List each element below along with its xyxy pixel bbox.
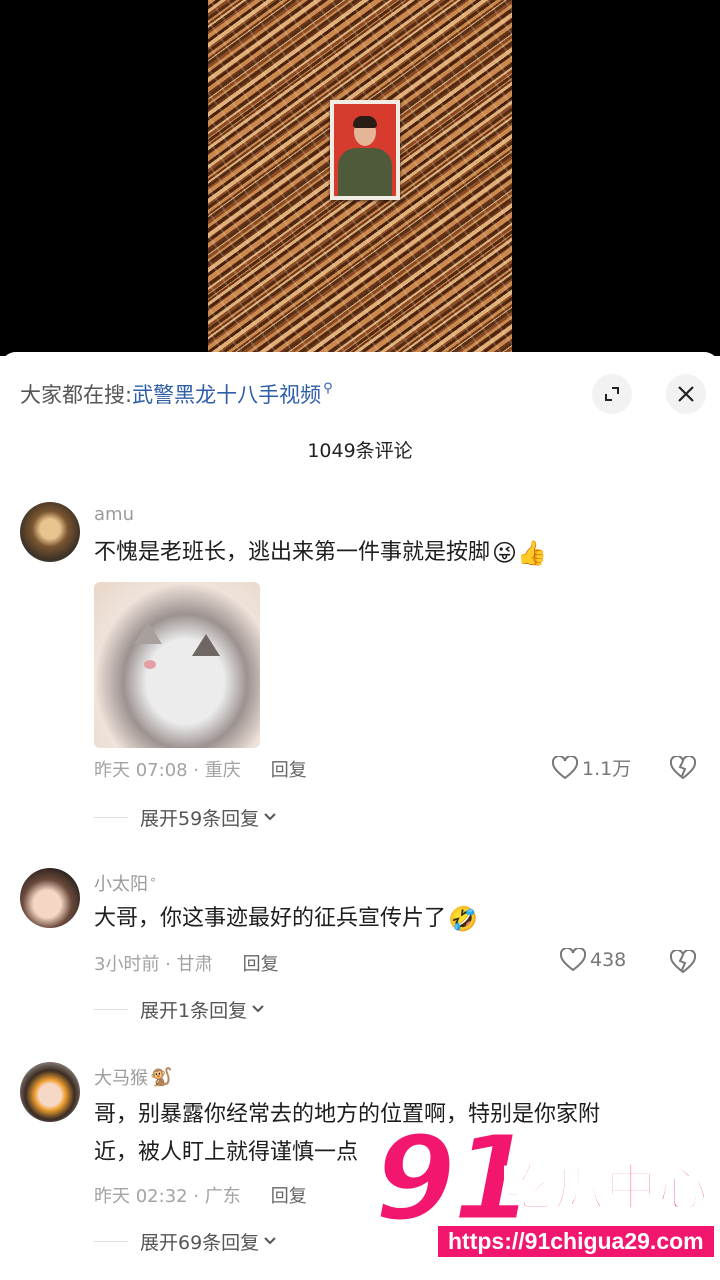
- expand-replies-button[interactable]: 展开59条回复: [94, 802, 277, 832]
- comment-username[interactable]: amu: [94, 504, 134, 525]
- chevron-down-icon: [264, 1237, 276, 1245]
- comment-time-location: 昨天 07:08 · 重庆: [94, 760, 241, 781]
- comment-emoji: 🤣: [448, 905, 478, 933]
- avatar[interactable]: [20, 502, 80, 562]
- dislike-button[interactable]: [669, 948, 697, 978]
- expand-replies-button[interactable]: 展开1条回复: [94, 994, 265, 1024]
- close-icon: [678, 386, 694, 402]
- comment-text: 大哥，你这事迹最好的征兵宣传片了🤣: [94, 900, 674, 938]
- avatar[interactable]: [20, 868, 80, 928]
- like-count: 438: [590, 949, 627, 971]
- comment-emoji: 😜👍: [492, 539, 547, 567]
- expand-replies-label: 展开1条回复: [140, 999, 248, 1022]
- expand-button[interactable]: [592, 374, 632, 414]
- expand-replies-button[interactable]: 展开69条回复: [94, 1226, 277, 1256]
- expand-icon: [605, 387, 619, 401]
- comment-username[interactable]: 小太阳 °: [94, 870, 156, 896]
- watermark-url: https://91chigua29.com: [436, 1224, 716, 1259]
- broken-heart-icon: [669, 754, 697, 780]
- search-prefix: 大家都在搜:: [20, 383, 133, 407]
- comment-image-cat[interactable]: [94, 582, 260, 748]
- search-term-text: 武警黑龙十八手视频: [132, 383, 322, 407]
- comment-time-location: 昨天 02:32 · 广东: [94, 1186, 241, 1207]
- video-player[interactable]: [0, 0, 720, 356]
- comment-text: 不愧是老班长，逃出来第一件事就是按脚😜👍: [94, 534, 674, 572]
- comment-count: 1049条评论: [307, 440, 413, 462]
- monkey-badge-icon: 🐒: [150, 1066, 173, 1088]
- heart-icon: [560, 948, 586, 972]
- broken-heart-icon: [669, 948, 697, 974]
- comment-text-body: 不愧是老班长，逃出来第一件事就是按脚: [94, 540, 491, 565]
- comment-username[interactable]: 大马猴 🐒: [94, 1064, 172, 1090]
- dislike-button[interactable]: [669, 754, 697, 784]
- badge-icon: °: [150, 876, 156, 890]
- close-button[interactable]: [666, 374, 706, 414]
- heart-icon: [552, 755, 578, 779]
- expand-replies-label: 展开69条回复: [140, 1231, 260, 1254]
- avatar[interactable]: [20, 1062, 80, 1122]
- comment-text-body: 大哥，你这事迹最好的征兵宣传片了: [94, 906, 447, 931]
- search-suggestion[interactable]: 大家都在搜: 武警黑龙十八手视频 ⚲: [20, 378, 333, 410]
- chevron-down-icon: [252, 1005, 264, 1013]
- portrait-photo: [330, 100, 400, 200]
- expand-replies-label: 展开59条回复: [140, 807, 260, 830]
- watermark-name: 吃瓜中心: [501, 1158, 710, 1218]
- watermark: 91 吃瓜中心 https://91chigua29.com: [368, 1117, 720, 1280]
- reply-button[interactable]: 回复: [271, 756, 307, 782]
- comment-time-location: 3小时前 · 甘肃: [94, 954, 213, 975]
- like-count: 1.1万: [582, 758, 632, 780]
- search-term-link[interactable]: 武警黑龙十八手视频 ⚲: [132, 379, 333, 409]
- reply-button[interactable]: 回复: [243, 950, 279, 976]
- reply-button[interactable]: 回复: [271, 1182, 307, 1208]
- search-icon: ⚲: [323, 380, 333, 396]
- chevron-down-icon: [264, 813, 276, 821]
- like-button[interactable]: 438: [560, 948, 626, 972]
- like-button[interactable]: 1.1万: [552, 754, 631, 781]
